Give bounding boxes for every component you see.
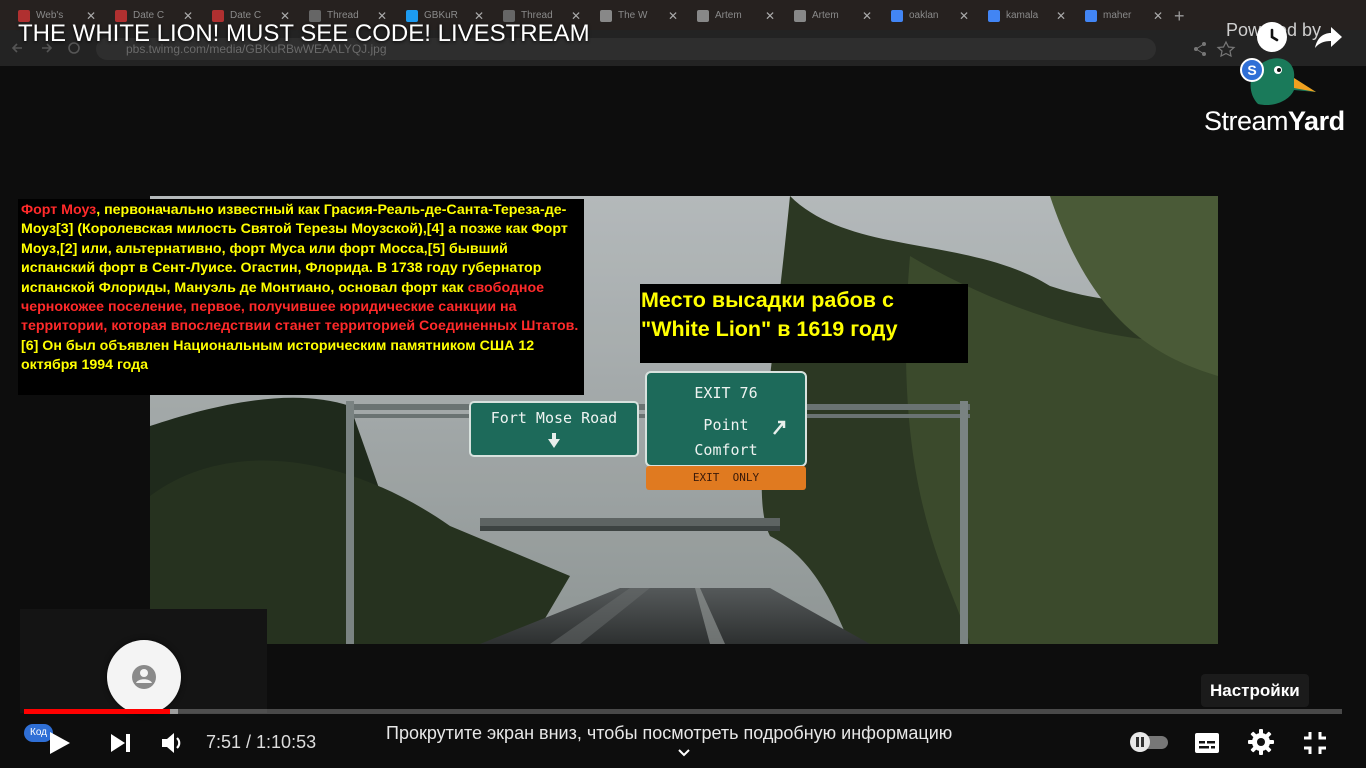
sign-exit-only: EXIT ONLY	[692, 471, 760, 484]
close-icon: ✕	[1055, 9, 1066, 23]
streamyard-wordmark: StreamYard	[1204, 106, 1345, 137]
streamyard-duck-logo: S	[1240, 58, 1316, 106]
play-icon	[50, 732, 70, 754]
new-tab-icon: +	[1174, 6, 1185, 26]
settings-tooltip: Настройки	[1201, 674, 1309, 707]
player-controls: Код 7:51 / 1:10:53 Прокрутите экран вниз…	[0, 716, 1366, 768]
embedded-tab-label: Artem	[812, 10, 839, 21]
wiki-icon	[697, 10, 709, 22]
mute-button[interactable]	[158, 728, 188, 758]
brand-light: Stream	[1204, 106, 1289, 136]
embedded-browser-tab: Artem ✕	[786, 4, 878, 28]
progress-bar[interactable]	[24, 709, 1342, 714]
close-icon: ✕	[958, 9, 969, 23]
wiki-icon	[794, 10, 806, 22]
volume-icon	[162, 733, 181, 753]
play-button[interactable]	[44, 728, 74, 758]
sign-exit-dest-2: Comfort	[694, 441, 758, 459]
close-icon: ✕	[861, 9, 872, 23]
google-icon	[988, 10, 1000, 22]
fullscreen-exit-icon	[1304, 732, 1326, 754]
time-display: 7:51 / 1:10:53	[206, 732, 317, 752]
participant-avatar	[107, 640, 181, 714]
subtitles-icon	[1195, 733, 1219, 753]
chevron-down-icon	[678, 749, 690, 757]
wiki-icon	[600, 10, 612, 22]
svg-text:S: S	[1247, 62, 1256, 78]
close-icon: ✕	[667, 9, 678, 23]
landing-site-caption: Место высадки рабов с "White Lion" в 161…	[640, 284, 968, 363]
info-text-box: Форт Моуз, первоначально известный как Г…	[18, 199, 584, 395]
embedded-browser-tab: The W ✕	[592, 4, 684, 28]
embedded-tab-label: maher	[1103, 10, 1132, 21]
scroll-hint-text[interactable]: Прокрутите экран вниз, чтобы посмотреть …	[386, 723, 952, 744]
info-part-4: [6] Он был объявлен Национальным историч…	[21, 337, 535, 374]
next-button[interactable]	[106, 728, 136, 758]
embedded-tab-label: kamala	[1006, 10, 1039, 21]
google-icon	[1085, 10, 1097, 22]
fullscreen-exit-button[interactable]	[1300, 728, 1330, 758]
embedded-tab-label: Artem	[715, 10, 742, 21]
brand-bold: Yard	[1288, 106, 1345, 136]
close-icon: ✕	[1152, 9, 1163, 23]
gear-icon	[1248, 729, 1274, 755]
share-arrow-icon	[1315, 27, 1342, 48]
scroll-down-button[interactable]	[674, 746, 694, 760]
video-title[interactable]: THE WHITE LION! MUST SEE CODE! LIVESTREA…	[18, 20, 590, 48]
watch-later-button[interactable]	[1257, 22, 1287, 52]
share-button[interactable]	[1311, 20, 1345, 54]
embedded-browser-tab: Artem ✕	[689, 4, 781, 28]
settings-button[interactable]	[1246, 727, 1276, 757]
info-part-1: Форт Моуз	[21, 202, 97, 218]
google-icon	[891, 10, 903, 22]
autoplay-toggle[interactable]	[1128, 730, 1172, 754]
embedded-tab-label: oaklan	[909, 10, 939, 21]
person-icon	[132, 665, 156, 689]
embedded-browser-tab: oaklan ✕	[883, 4, 975, 28]
embedded-browser-tab: kamala ✕	[980, 4, 1072, 28]
toggle-pause-icon	[1130, 732, 1168, 752]
sign-exit-number: EXIT 76	[694, 384, 758, 402]
close-icon: ✕	[764, 9, 775, 23]
sign-exit-dest-1: Point	[703, 416, 749, 434]
subtitles-button[interactable]	[1192, 728, 1222, 758]
progress-played	[24, 709, 171, 714]
clock-icon	[1261, 26, 1283, 48]
sign-fort-mose-text: Fort Mose Road	[490, 409, 618, 427]
embedded-browser-tab: maher ✕	[1077, 4, 1169, 28]
embedded-tab-label: The W	[618, 10, 648, 21]
skip-next-icon	[111, 734, 130, 752]
